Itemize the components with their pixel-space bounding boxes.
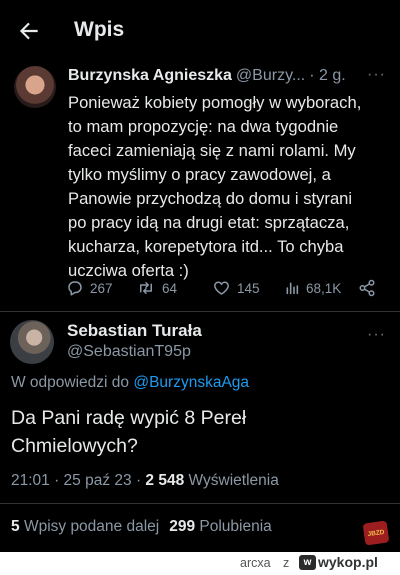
views-label: Wyświetlenia — [188, 472, 279, 489]
main-text-line: Da Pani radę wypić 8 Pereł — [11, 407, 247, 429]
retweets-stat[interactable]: 5 Wpisy podane dalej — [11, 518, 159, 535]
main-tweet-text: Da Pani radę wypić 8 Pereł Chmielowych? — [11, 404, 381, 460]
main-more-icon[interactable]: ··· — [367, 326, 386, 344]
quoted-author-name[interactable]: Burzynska Agnieszka — [68, 67, 232, 84]
quoted-tweet-text: Ponieważ kobiety pomogły w wyborach, to … — [68, 91, 390, 283]
analytics-icon — [286, 282, 299, 295]
main-author-name[interactable]: Sebastian Turała — [67, 321, 202, 341]
quoted-tweet-time[interactable]: · 2 g. — [309, 67, 345, 84]
retweets-label: Wpisy podane dalej — [23, 518, 160, 535]
reply-prefix: W odpowiedzi do — [11, 374, 130, 391]
retweet-icon — [140, 282, 152, 294]
reply-context: W odpowiedzi do @BurzynskaAga — [11, 374, 249, 392]
divider — [0, 311, 400, 312]
main-author-avatar[interactable] — [10, 320, 54, 364]
share-button[interactable] — [358, 276, 382, 300]
reply-to-link[interactable]: @BurzynskaAga — [133, 374, 249, 391]
tweet-stats: 5 Wpisy podane dalej 299 Polubienia — [11, 518, 272, 536]
like-count: 145 — [237, 280, 260, 296]
quoted-text-line: kucharza, korepetytora itd... To chyba — [68, 237, 344, 256]
quoted-tweet-header: Burzynska Agnieszka @Burzy... · 2 g. — [68, 67, 388, 89]
uploader-name: arcxa — [240, 556, 271, 570]
reply-button[interactable]: 267 — [66, 276, 113, 300]
main-author-handle[interactable]: @SebastianT95p — [67, 343, 191, 361]
quoted-more-icon[interactable]: ··· — [367, 66, 386, 84]
retweet-count: 64 — [162, 280, 178, 296]
views-count: 68,1K — [306, 280, 342, 296]
page-title: Wpis — [74, 18, 125, 41]
site-name: wykop.pl — [318, 554, 378, 570]
share-icon — [359, 279, 375, 297]
quoted-text-line: faceci zamieniają się z nami rolami. My — [68, 141, 356, 160]
retweet-button[interactable]: 64 — [136, 276, 177, 300]
quoted-author-avatar[interactable] — [14, 66, 56, 108]
retweets-total: 5 — [11, 518, 20, 535]
likes-total: 299 — [169, 518, 196, 535]
like-button[interactable]: 145 — [212, 276, 260, 300]
quoted-tweet-actions: 267 64 145 68,1K — [66, 276, 386, 300]
likes-label: Polubienia — [199, 518, 272, 535]
heart-icon — [214, 281, 229, 295]
reply-icon — [68, 281, 82, 296]
divider — [0, 503, 400, 504]
quoted-text-line: Ponieważ kobiety pomogły w wyborach, — [68, 93, 362, 112]
quoted-text-line: to mam propozycję: na dwa tygodnie — [68, 117, 339, 136]
views-button[interactable]: 68,1K — [284, 276, 341, 300]
quoted-author-handle[interactable]: @Burzy... — [236, 67, 305, 84]
tweet-meta: 21:01 · 25 paź 23 · 2 548 Wyświetlenia — [11, 472, 279, 490]
wykop-logo-icon: w — [299, 555, 316, 570]
tweet-screen: Wpis Burzynska Agnieszka @Burzy... · 2 g. … — [0, 0, 400, 552]
watermark-footer: arcxa z w wykop.pl — [0, 552, 400, 575]
quoted-text-line: Panowie przychodzą do domu i styrani — [68, 189, 353, 208]
footer-connector: z — [283, 556, 290, 570]
reply-count: 267 — [90, 280, 113, 296]
back-arrow-icon[interactable] — [16, 18, 42, 44]
quoted-text-line: tylko myślimy o pracy zawodowej, a — [68, 165, 331, 184]
header: Wpis — [0, 0, 400, 60]
quoted-text-line: po pracy idą na drugi etat: sprzątacza, — [68, 213, 350, 232]
likes-stat[interactable]: 299 Polubienia — [169, 518, 272, 535]
views-total: 2 548 — [145, 472, 185, 489]
tweet-timestamp[interactable]: 21:01 · 25 paź 23 · — [11, 472, 145, 489]
main-text-line: Chmielowych? — [11, 435, 138, 457]
jbzd-logo: JBZD — [362, 520, 390, 546]
